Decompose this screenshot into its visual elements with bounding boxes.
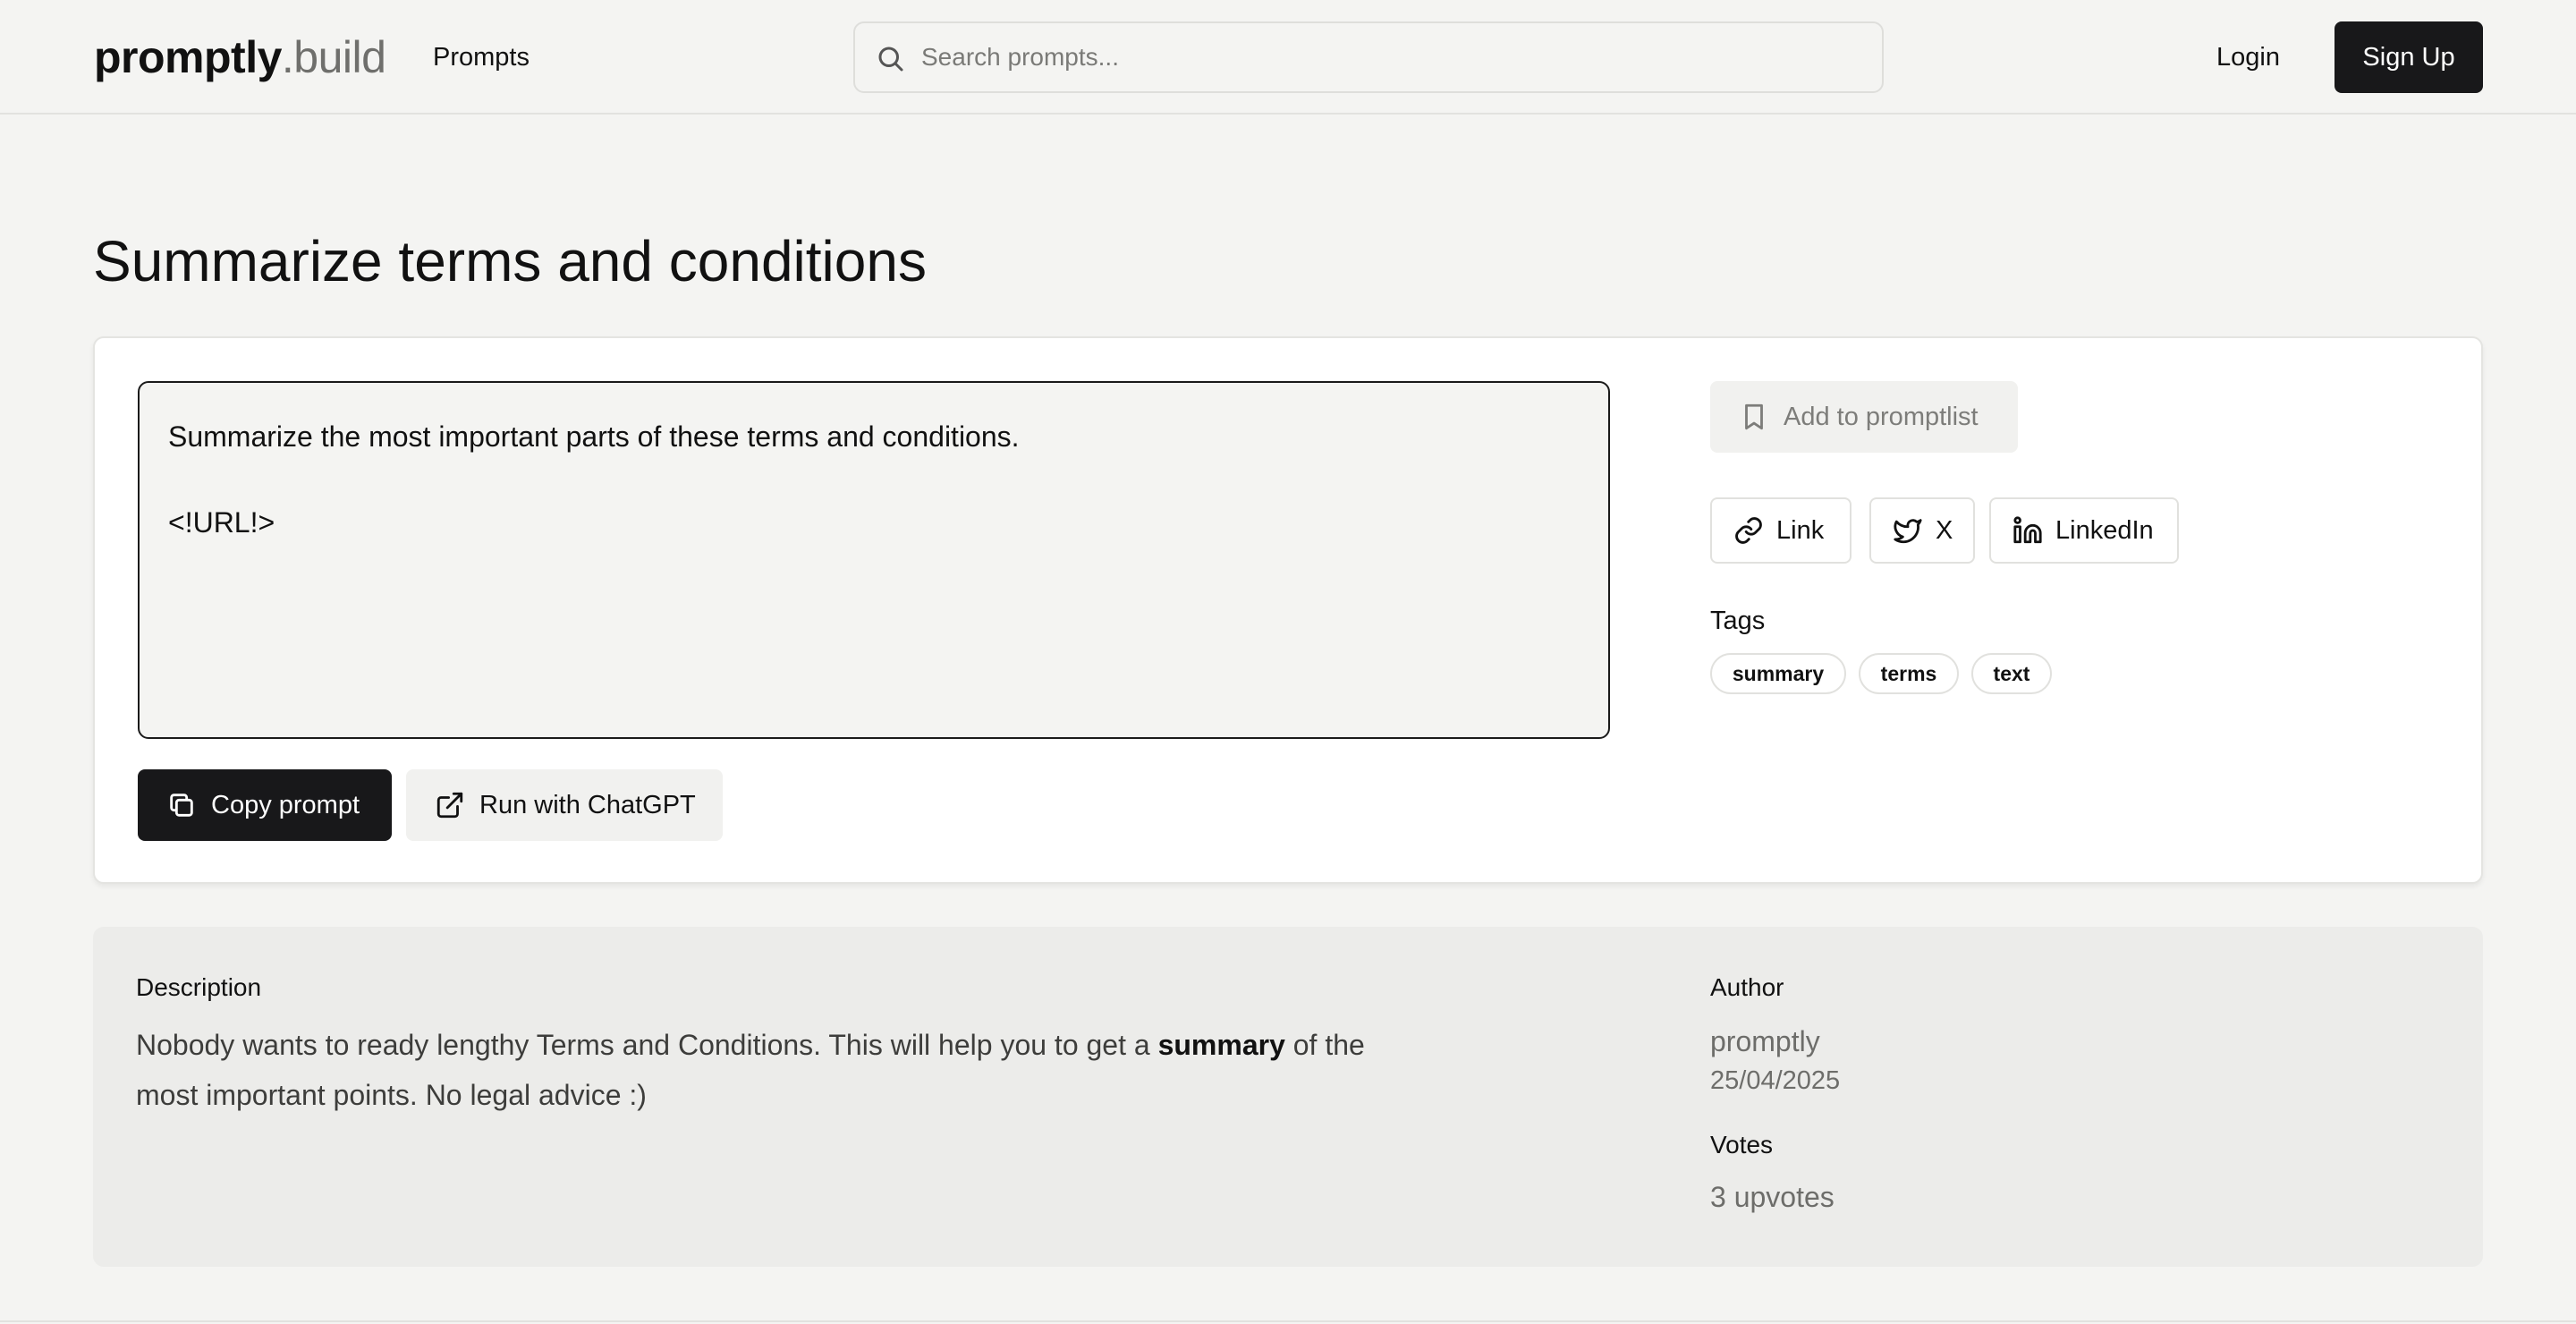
copy-icon [170,794,193,817]
login-link[interactable]: Login [2216,39,2280,75]
description-bold-word: summary [1157,1029,1285,1061]
nav-prompts-link[interactable]: Prompts [433,39,530,75]
search-bar[interactable] [853,21,1884,93]
share-x-button[interactable]: X [1869,497,1975,564]
search-icon [878,47,903,72]
description-text-part: Nobody wants to ready lengthy Terms and … [136,1029,1158,1061]
tag-text[interactable]: text [1971,653,2052,694]
prompt-card: Summarize the most important parts of th… [93,336,2483,884]
search-input[interactable] [921,36,1860,79]
signup-button[interactable]: Sign Up [2334,21,2483,93]
votes-count: 3 upvotes [1710,1181,1835,1213]
add-to-promptlist-label: Add to promptlist [1784,403,1979,431]
external-link-icon [436,792,463,819]
share-x-label: X [1936,516,1953,545]
tag-summary[interactable]: summary [1710,653,1846,694]
description-heading: Description [136,973,262,1001]
link-icon [1735,517,1762,544]
site-logo[interactable]: promptly.build [94,30,386,84]
prompt-text-box[interactable]: Summarize the most important parts of th… [138,381,1610,739]
logo-wordmark-light: .build [281,32,386,82]
share-link-label: Link [1776,516,1825,545]
footer-divider [0,1320,2576,1322]
top-navbar: promptly.build Prompts Login Sign Up [0,0,2576,115]
run-with-chatgpt-button[interactable]: Run with ChatGPT [406,769,723,841]
bookmark-icon [1745,403,1763,430]
tag-terms[interactable]: terms [1859,653,1959,694]
tags-heading: Tags [1710,607,1766,635]
author-name: promptly [1710,1025,1820,1057]
share-link-button[interactable]: Link [1710,497,1852,564]
run-with-chatgpt-label: Run with ChatGPT [479,791,696,819]
twitter-icon [1894,519,1922,544]
description-text: Nobody wants to ready lengthy Terms and … [136,1020,1424,1120]
page-title: Summarize terms and conditions [93,229,927,293]
copy-prompt-label: Copy prompt [211,791,360,819]
logo-wordmark-bold: promptly [94,32,282,82]
votes-heading: Votes [1710,1131,1774,1158]
author-heading: Author [1710,973,1784,1001]
details-panel: Description Nobody wants to ready length… [93,927,2483,1267]
copy-prompt-button[interactable]: Copy prompt [138,769,392,841]
share-linkedin-button[interactable]: LinkedIn [1989,497,2179,564]
share-linkedin-label: LinkedIn [2055,516,2154,545]
author-date: 25/04/2025 [1710,1066,1841,1095]
add-to-promptlist-button[interactable]: Add to promptlist [1710,381,2018,453]
linkedin-icon [2013,516,2042,544]
